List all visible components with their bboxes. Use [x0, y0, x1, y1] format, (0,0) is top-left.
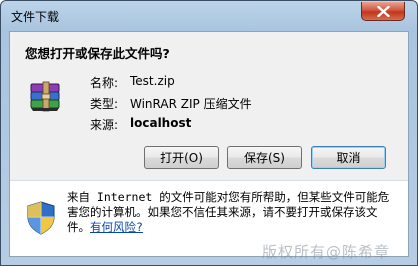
title-bar[interactable]: 文件下载 — [1, 1, 417, 31]
file-name: Test.zip — [130, 74, 175, 88]
copyright-watermark: 版权所有@陈希章 — [262, 243, 391, 261]
from-label: 来源: — [90, 118, 119, 132]
what-is-the-risk-link[interactable]: 有何风险? — [90, 220, 143, 234]
save-button[interactable]: 保存(S) — [227, 146, 302, 169]
type-label: 类型: — [90, 97, 119, 111]
file-source: localhost — [130, 116, 192, 130]
name-label: 名称: — [90, 76, 119, 90]
file-download-dialog: 文件下载 您想打开或保存此文件吗? 名称: Test.zip 类型: WinRA… — [0, 0, 418, 266]
window-title: 文件下载 — [11, 10, 60, 24]
security-warning-text: 来自 Internet 的文件可能对您有所帮助，但某些文件可能危害您的计算机。如… — [67, 190, 399, 235]
dialog-body: 您想打开或保存此文件吗? 名称: Test.zip 类型: WinRAR ZIP… — [9, 31, 409, 257]
close-button[interactable] — [361, 2, 405, 21]
close-icon — [377, 6, 390, 17]
question-heading: 您想打开或保存此文件吗? — [25, 46, 170, 61]
file-info-panel: 您想打开或保存此文件吗? 名称: Test.zip 类型: WinRAR ZIP… — [10, 32, 408, 180]
open-button[interactable]: 打开(O) — [144, 146, 219, 169]
cancel-button[interactable]: 取消 — [311, 146, 386, 169]
security-shield-icon — [27, 201, 55, 235]
file-type: WinRAR ZIP 压缩文件 — [130, 97, 252, 111]
winrar-archive-icon — [30, 81, 60, 112]
